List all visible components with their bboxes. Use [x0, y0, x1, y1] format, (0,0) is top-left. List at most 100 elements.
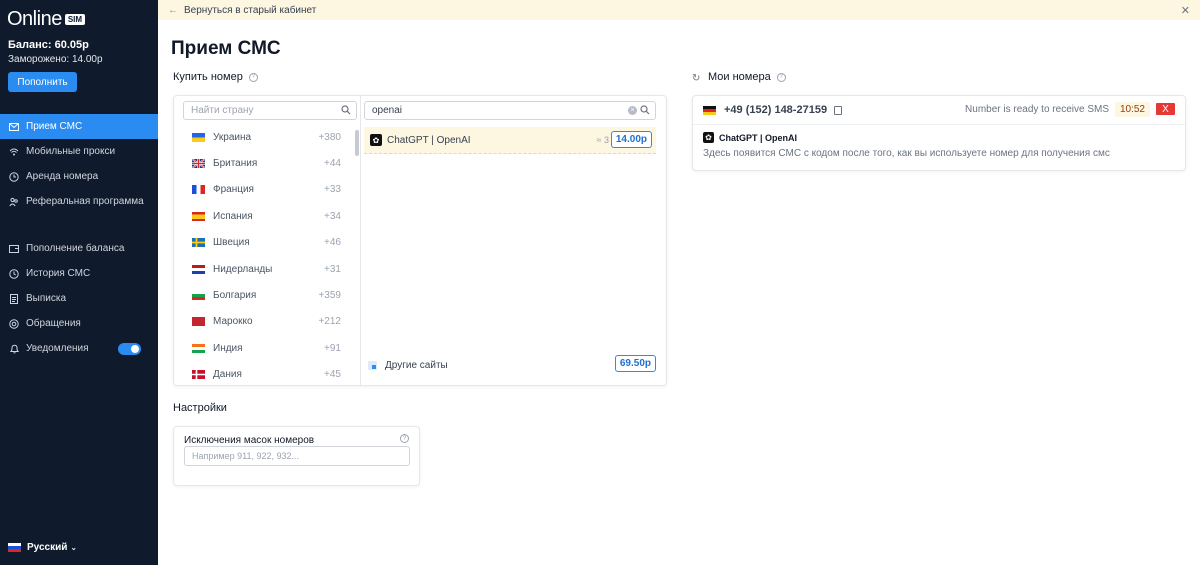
cancel-number-button[interactable]: X [1156, 103, 1175, 115]
logo-text: Online [7, 8, 62, 30]
country-list: Украина +380 Британия +44 Франция +33 Ис… [183, 124, 355, 379]
country-list-scrollbar[interactable] [355, 130, 359, 156]
flag-ma-icon [192, 317, 205, 327]
country-item[interactable]: Марокко +212 [183, 309, 355, 335]
nav-label: Пополнение баланса [26, 243, 125, 254]
settings-title: Настройки [173, 402, 227, 414]
other-sites-icon [368, 360, 377, 370]
country-item[interactable]: Испания +34 [183, 203, 355, 229]
country-code: +33 [324, 184, 341, 196]
nav-label: Обращения [26, 318, 81, 329]
other-sites-price[interactable]: 69.50р [614, 355, 656, 372]
country-item[interactable]: Болгария +359 [183, 282, 355, 308]
support-icon [9, 318, 19, 329]
flag-ua-icon [192, 132, 205, 142]
exclusion-label: Исключения масок номеров [184, 435, 315, 446]
sms-hint: Здесь появится СМС с кодом после того, к… [703, 148, 1110, 159]
old-cabinet-banner[interactable]: ← Вернуться в старый кабинет ✕ [158, 0, 1200, 20]
service-price[interactable]: 14.00р [610, 131, 652, 148]
flag-dk-icon [192, 370, 205, 379]
topup-button[interactable]: Пополнить [8, 72, 77, 92]
country-search-input[interactable]: Найти страну [183, 101, 357, 120]
help-icon[interactable]: ? [776, 72, 786, 82]
nav-item-rent[interactable]: Аренда номера [0, 164, 158, 189]
arrow-left-icon: ← [168, 4, 178, 16]
nav-item-history[interactable]: История СМС [0, 261, 158, 286]
other-sites-name: Другие сайты [385, 359, 448, 371]
country-name: Украина [213, 131, 252, 143]
copy-icon[interactable] [834, 105, 843, 115]
flag-gb-icon [191, 158, 206, 169]
service-search-input[interactable]: openai × [364, 101, 656, 120]
other-sites-row[interactable]: Другие сайты 69.50р [368, 355, 656, 374]
logo[interactable]: Online SIM [7, 8, 86, 31]
help-icon[interactable]: ? [248, 72, 258, 82]
frozen-amount: Заморожено: 14.00р [8, 54, 103, 65]
country-name: Испания [213, 210, 253, 222]
country-code: +44 [324, 158, 341, 170]
country-item[interactable]: Дания +45 [183, 362, 355, 379]
wifi-icon [9, 147, 19, 157]
settings-section-title: Настройки [173, 402, 227, 414]
nav-item-support[interactable]: Обращения [0, 311, 158, 336]
search-icon [640, 105, 650, 118]
flag-fr-icon [192, 185, 205, 195]
nav-label: Аренда номера [26, 171, 99, 182]
country-name: Дания [213, 369, 242, 379]
language-label: Русский [27, 542, 68, 553]
country-name: Индия [213, 342, 243, 354]
service-name: ChatGPT | OpenAI [387, 134, 471, 146]
country-name: Швеция [213, 237, 250, 249]
number-card: +49 (152) 148-27159 Number is ready to r… [692, 95, 1186, 171]
users-icon [9, 197, 19, 207]
nav-label: Мобильные прокси [26, 146, 116, 157]
number-line: +49 (152) 148-27159 [703, 104, 843, 116]
country-item[interactable]: Украина +380 [183, 124, 355, 150]
number-status: Number is ready to receive SMS [965, 104, 1109, 115]
nav-item-topup[interactable]: Пополнение баланса [0, 236, 158, 261]
nav-item-referral[interactable]: Реферальная программа [0, 189, 158, 214]
sidebar: Online SIM Баланс: 60.05р Заморожено: 14… [0, 0, 158, 565]
help-icon[interactable]: ? [400, 434, 409, 443]
nav-item-sms[interactable]: Прием СМС [0, 114, 158, 139]
language-selector[interactable]: Русский ⌄ [8, 542, 77, 553]
country-code: +45 [324, 369, 341, 379]
logo-badge: SIM [64, 14, 86, 25]
service-count: ≈ 3 [596, 135, 609, 145]
country-code: +212 [318, 316, 341, 328]
exclusion-placeholder: Например 911, 922, 932... [192, 451, 299, 461]
country-name: Британия [213, 158, 258, 170]
nav-label: Реферальная программа [26, 196, 144, 207]
country-item[interactable]: Швеция +46 [183, 230, 355, 256]
flag-nl-icon [192, 264, 205, 274]
exclusion-input[interactable]: Например 911, 922, 932... [184, 446, 410, 466]
divider [693, 124, 1185, 125]
page-title: Прием СМС [171, 38, 281, 59]
country-code: +91 [324, 342, 341, 354]
openai-icon: ✿ [370, 134, 382, 146]
nav-label: История СМС [26, 268, 91, 279]
number-service: ✿ ChatGPT | OpenAI [703, 132, 797, 143]
country-item[interactable]: Индия +91 [183, 335, 355, 361]
flag-de-icon [703, 105, 716, 115]
nav-label: Прием СМС [26, 121, 83, 132]
openai-icon: ✿ [703, 132, 714, 143]
nav-item-statement[interactable]: Выписка [0, 286, 158, 311]
nav-account: Пополнение баланса История СМС Выписка О… [0, 236, 158, 361]
clear-icon[interactable]: × [628, 106, 637, 115]
buy-section-title: Купить номер ? [173, 71, 258, 83]
flag-ru-icon [8, 543, 21, 552]
nav-label: Выписка [26, 293, 67, 304]
notifications-toggle[interactable] [117, 342, 141, 355]
country-item[interactable]: Нидерланды +31 [183, 256, 355, 282]
numbers-section-title: Мои номера ? [708, 71, 786, 83]
close-icon[interactable]: ✕ [1181, 4, 1190, 17]
refresh-icon[interactable]: ↻ [692, 73, 700, 84]
service-row-openai[interactable]: ✿ ChatGPT | OpenAI ≈ 3 14.00р [364, 127, 656, 154]
country-code: +31 [324, 263, 341, 275]
nav-item-proxies[interactable]: Мобильные прокси [0, 139, 158, 164]
country-item[interactable]: Британия +44 [183, 150, 355, 176]
envelope-icon [9, 122, 19, 132]
settings-panel: Исключения масок номеров ? Например 911,… [173, 426, 420, 486]
country-item[interactable]: Франция +33 [183, 177, 355, 203]
